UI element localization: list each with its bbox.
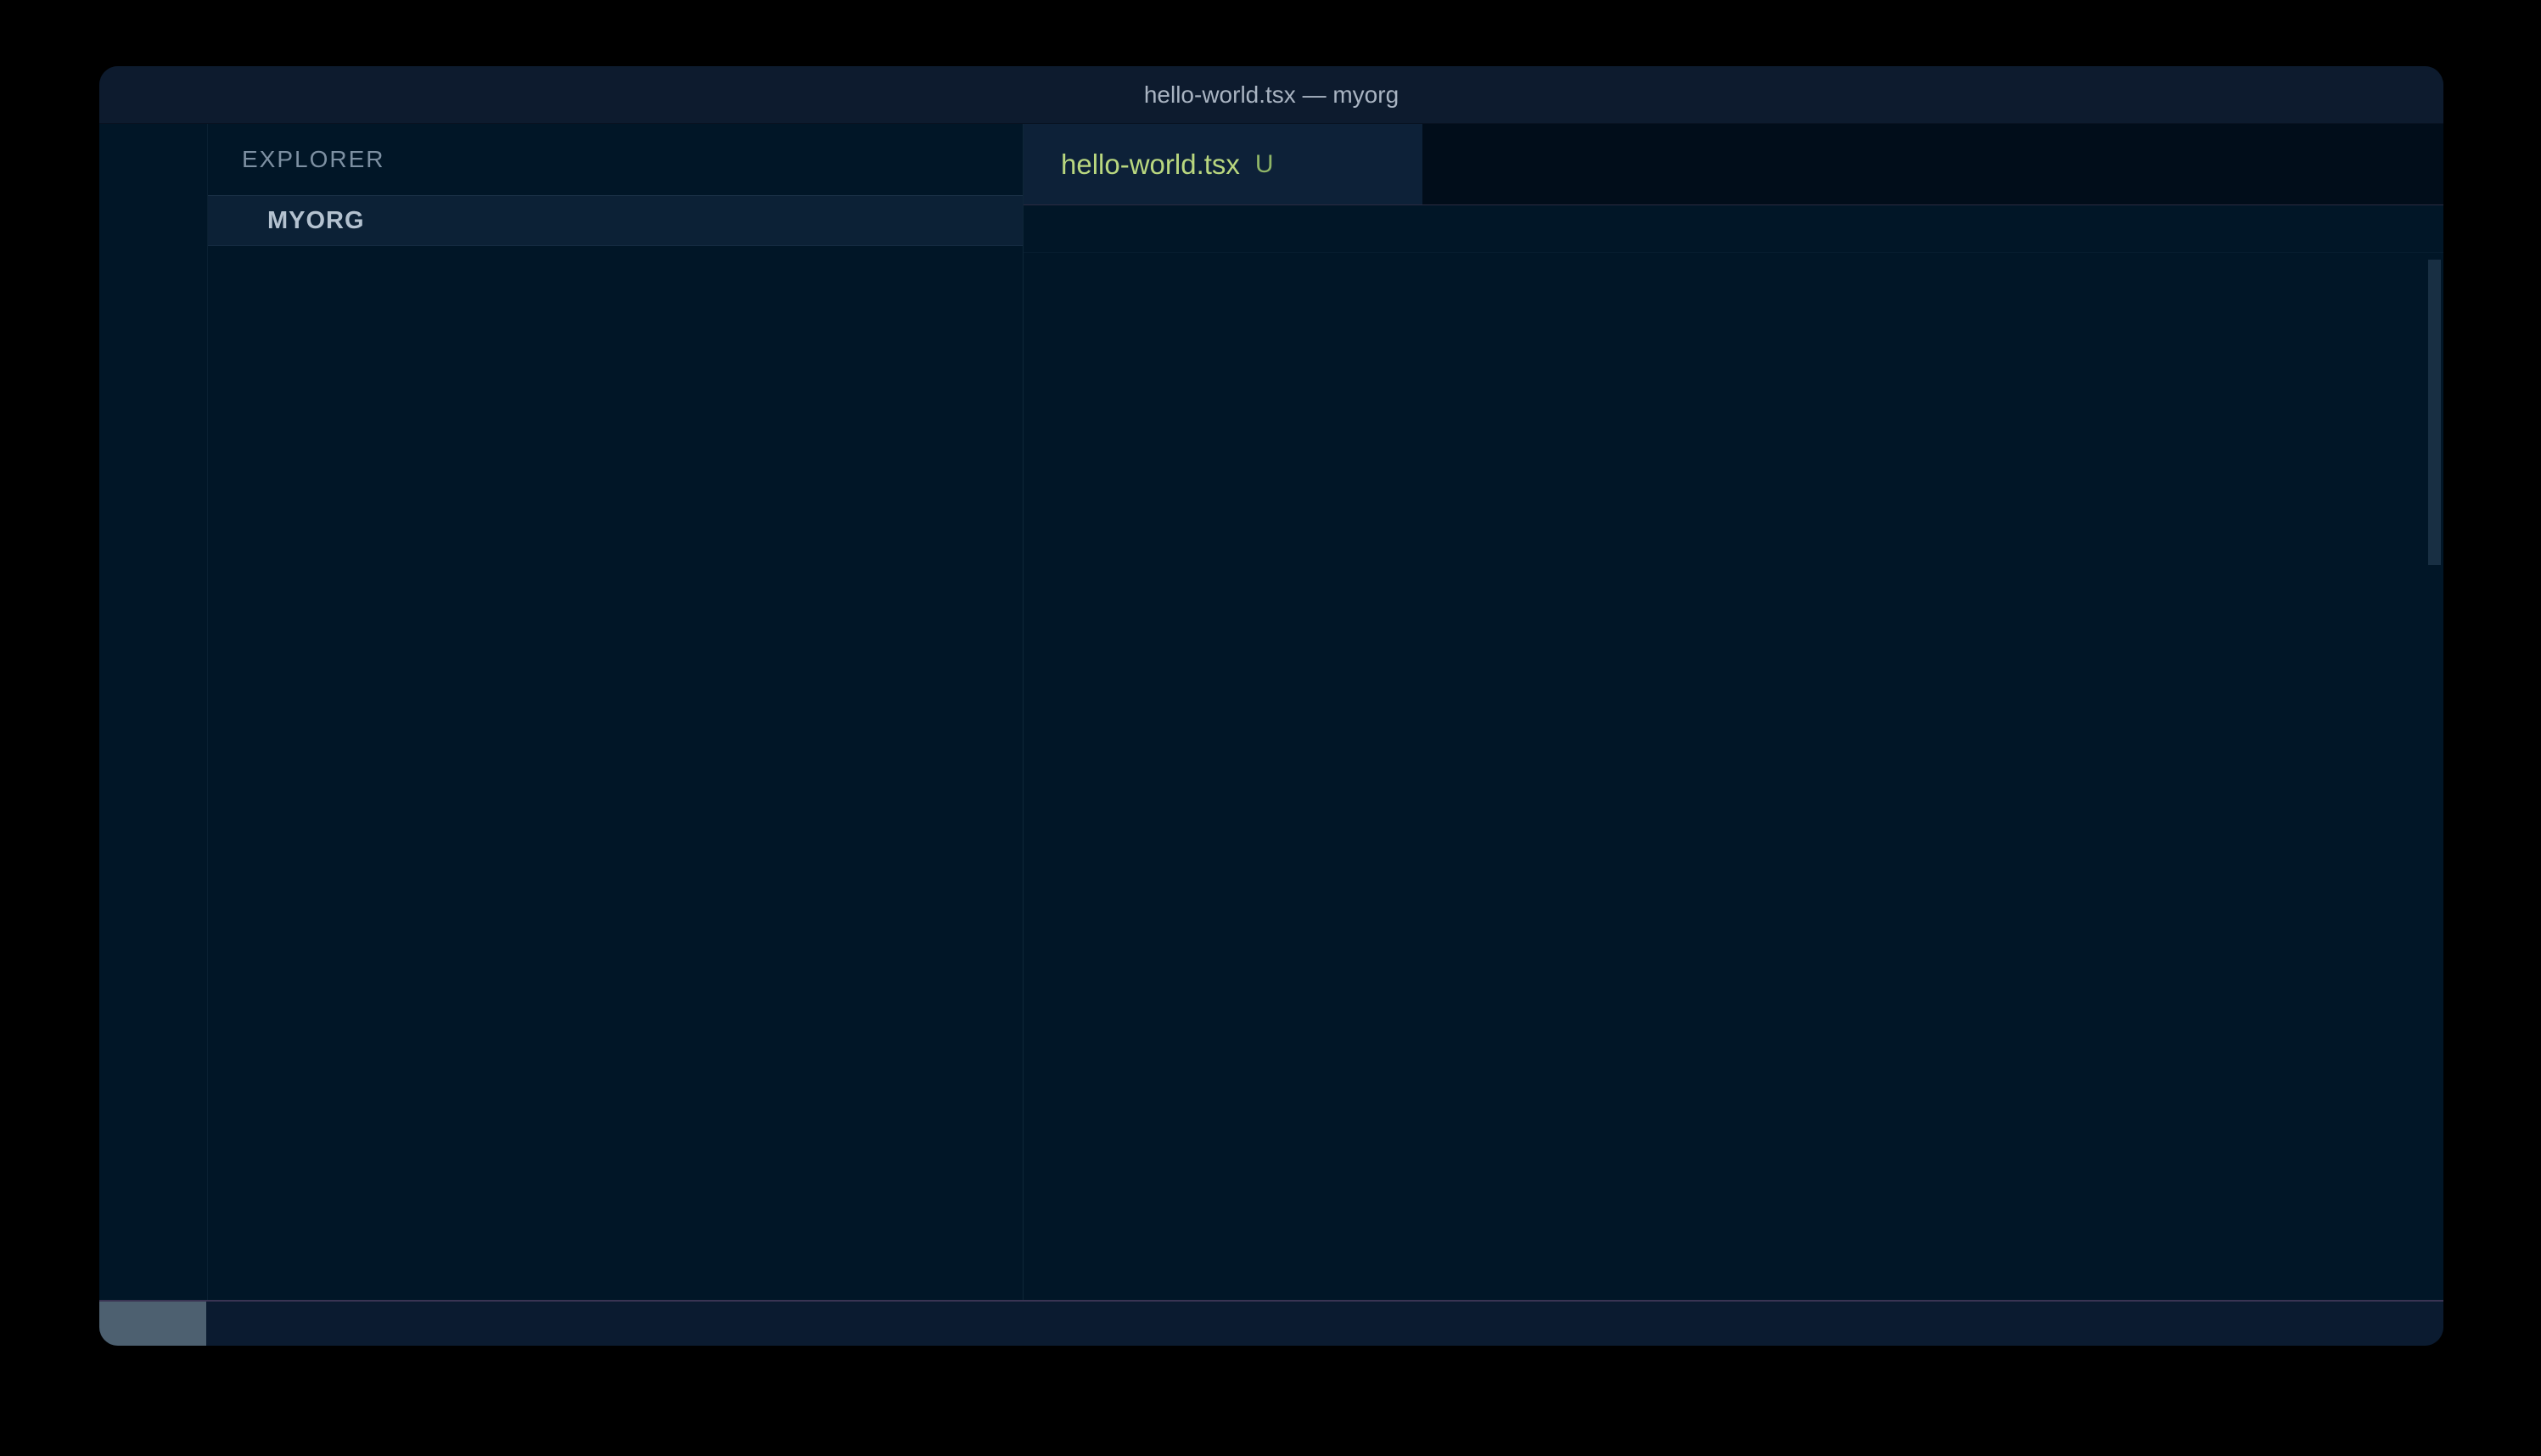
- workspace-name: MYORG: [267, 207, 365, 235]
- explorer-title: EXPLORER: [242, 146, 385, 173]
- breadcrumb: [1024, 205, 2443, 253]
- code-area[interactable]: [1024, 253, 2443, 1300]
- window-title: hello-world.tsx — myorg: [99, 81, 2443, 109]
- titlebar: hello-world.tsx — myorg: [99, 66, 2443, 124]
- tab-git-status-badge: U: [1255, 150, 1274, 179]
- vscode-window: hello-world.tsx — myorg EXPLORER MYORG h…: [99, 66, 2443, 1346]
- tab-label: hello-world.tsx: [1061, 148, 1240, 181]
- tab-hello-world-tsx[interactable]: hello-world.tsx U: [1024, 124, 1422, 204]
- workbench: EXPLORER MYORG hello-world.tsx U: [99, 124, 2443, 1300]
- tab-bar: hello-world.tsx U: [1024, 124, 2443, 205]
- workspace-section-header[interactable]: MYORG: [208, 195, 1023, 246]
- explorer-sidebar: EXPLORER MYORG: [208, 124, 1024, 1300]
- editor-actions: [2404, 124, 2443, 204]
- status-bar: [99, 1300, 2443, 1346]
- activity-bar: [99, 124, 208, 1300]
- editor-scrollbar[interactable]: [2428, 260, 2441, 565]
- editor-group: hello-world.tsx U: [1024, 124, 2443, 1300]
- explorer-header: EXPLORER: [208, 124, 1023, 195]
- remote-indicator-button[interactable]: [99, 1302, 206, 1346]
